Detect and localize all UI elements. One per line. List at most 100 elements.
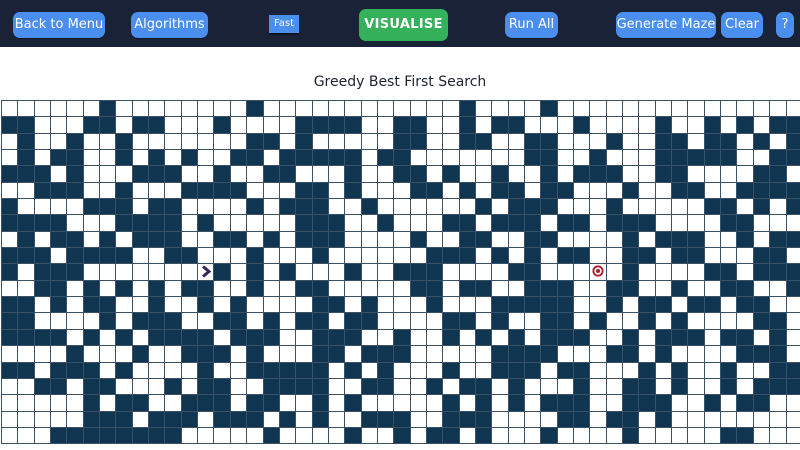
wall-cell[interactable] [312,280,329,298]
wall-cell[interactable] [279,362,297,379]
grid-cell[interactable] [328,427,346,445]
grid-cell[interactable] [214,280,231,298]
generate-maze-button[interactable]: Generate Maze [616,12,716,38]
visualise-button[interactable]: VISUALISE [359,9,448,41]
wall-cell[interactable] [541,329,558,347]
grid-cell[interactable] [721,313,738,330]
wall-cell[interactable] [492,297,509,314]
wall-cell[interactable] [786,280,800,298]
grid-cell[interactable] [83,231,101,249]
grid-cell[interactable] [132,101,150,118]
grid-cell[interactable] [100,280,117,298]
grid-cell[interactable] [574,199,591,216]
grid-cell[interactable] [328,264,346,281]
wall-cell[interactable] [541,150,558,167]
grid-cell[interactable] [247,427,264,445]
wall-cell[interactable] [67,166,84,183]
grid-cell[interactable] [116,166,133,183]
grid-cell[interactable] [116,297,133,314]
wall-cell[interactable] [2,215,19,232]
grid-cell[interactable] [426,362,444,379]
wall-cell[interactable] [34,182,52,200]
wall-cell[interactable] [247,411,264,428]
grid-cell[interactable] [377,280,395,298]
wall-cell[interactable] [312,117,329,134]
grid-cell[interactable] [639,264,656,281]
grid-cell[interactable] [345,215,362,232]
grid-cell[interactable] [606,362,624,379]
grid-cell[interactable] [443,101,460,118]
wall-cell[interactable] [672,150,689,167]
grid-cell[interactable] [361,395,378,412]
wall-cell[interactable] [312,362,329,379]
grid-cell[interactable] [590,231,607,249]
grid-cell[interactable] [132,182,150,200]
wall-cell[interactable] [443,248,460,265]
wall-cell[interactable] [100,427,117,445]
help-button[interactable]: ? [776,12,794,38]
grid-cell[interactable] [198,133,215,151]
wall-cell[interactable] [279,166,297,183]
wall-cell[interactable] [296,199,313,216]
grid-cell[interactable] [116,313,133,330]
wall-cell[interactable] [230,150,248,167]
wall-cell[interactable] [263,395,280,412]
grid-cell[interactable] [753,329,771,347]
grid-cell[interactable] [394,313,411,330]
grid-cell[interactable] [508,248,525,265]
wall-cell[interactable] [361,411,378,428]
wall-cell[interactable] [149,280,166,298]
wall-cell[interactable] [475,133,493,151]
wall-cell[interactable] [67,427,84,445]
grid-cell[interactable] [165,297,182,314]
grid-cell[interactable] [557,378,575,396]
wall-cell[interactable] [770,150,787,167]
wall-cell[interactable] [721,150,738,167]
wall-cell[interactable] [770,313,787,330]
wall-cell[interactable] [377,362,395,379]
grid-cell[interactable] [606,248,624,265]
grid-cell[interactable] [132,133,150,151]
wall-cell[interactable] [328,150,346,167]
grid-cell[interactable] [753,411,771,428]
grid-cell[interactable] [34,231,52,249]
grid-cell[interactable] [786,101,800,118]
grid-cell[interactable] [590,182,607,200]
grid-cell[interactable] [198,199,215,216]
wall-cell[interactable] [100,101,117,118]
grid-cell[interactable] [361,166,378,183]
grid-cell[interactable] [721,231,738,249]
wall-cell[interactable] [786,378,800,396]
grid-cell[interactable] [34,101,52,118]
grid-cell[interactable] [263,117,280,134]
wall-cell[interactable] [214,395,231,412]
grid-cell[interactable] [655,264,673,281]
grid-cell[interactable] [345,280,362,298]
grid-cell[interactable] [737,199,754,216]
wall-cell[interactable] [639,215,656,232]
grid-cell[interactable] [181,297,199,314]
grid-cell[interactable] [34,150,52,167]
wall-cell[interactable] [639,362,656,379]
grid-cell[interactable] [18,280,35,298]
grid-cell[interactable] [51,248,68,265]
wall-cell[interactable] [459,248,476,265]
grid-cell[interactable] [263,199,280,216]
wall-cell[interactable] [672,231,689,249]
grid-cell[interactable] [116,378,133,396]
grid-cell[interactable] [639,150,656,167]
grid-cell[interactable] [132,248,150,265]
grid-cell[interactable] [377,182,395,200]
grid-cell[interactable] [492,199,509,216]
grid-cell[interactable] [345,101,362,118]
grid-cell[interactable] [753,280,771,298]
grid-cell[interactable] [230,133,248,151]
wall-cell[interactable] [214,182,231,200]
grid-cell[interactable] [377,166,395,183]
grid-cell[interactable] [214,215,231,232]
grid-cell[interactable] [688,133,705,151]
wall-cell[interactable] [574,248,591,265]
wall-cell[interactable] [247,199,264,216]
grid-cell[interactable] [623,101,640,118]
wall-cell[interactable] [312,329,329,347]
